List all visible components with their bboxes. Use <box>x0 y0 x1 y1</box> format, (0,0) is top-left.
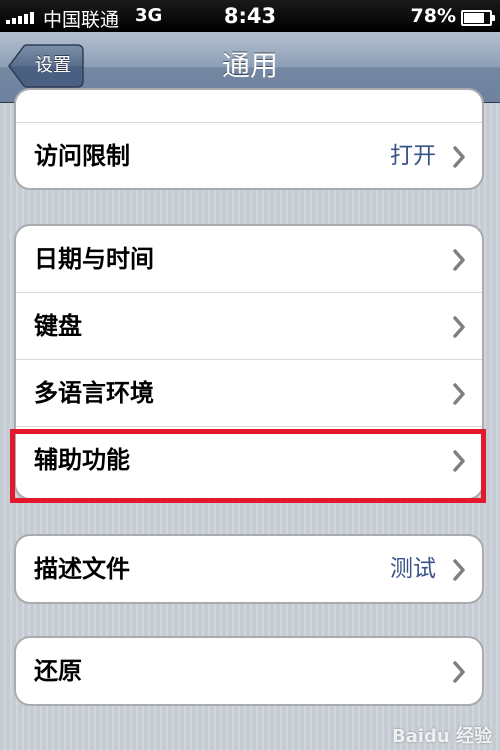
settings-group-reset: 还原 <box>14 636 484 706</box>
row-value: 测试 <box>390 556 436 582</box>
settings-group-general: 日期与时间 键盘 多语言环境 辅助功能 <box>14 224 484 500</box>
row-label: 描述文件 <box>34 555 130 583</box>
row-label: 键盘 <box>34 312 82 340</box>
settings-row-top-partial <box>16 90 482 123</box>
chevron-right-icon <box>453 383 465 405</box>
back-button[interactable]: 设置 <box>8 44 84 88</box>
row-label: 访问限制 <box>34 142 130 170</box>
settings-row-reset[interactable]: 还原 <box>16 638 482 704</box>
baidu-watermark: Baidu 经验 <box>391 726 492 747</box>
row-value: 打开 <box>390 143 436 169</box>
chevron-right-icon <box>453 661 465 683</box>
settings-row-international[interactable]: 多语言环境 <box>16 360 482 427</box>
chevron-right-icon <box>453 249 465 271</box>
settings-row-profile[interactable]: 描述文件 测试 <box>16 536 482 602</box>
battery-level-fill <box>464 13 484 23</box>
status-bar: 中国联通 3G 8:43 78% <box>0 0 500 32</box>
chevron-right-icon <box>453 450 465 472</box>
settings-row-date-time[interactable]: 日期与时间 <box>16 226 482 293</box>
row-label: 还原 <box>34 657 82 685</box>
battery-icon <box>461 10 495 26</box>
back-button-label: 设置 <box>35 55 71 76</box>
settings-row-keyboard[interactable]: 键盘 <box>16 293 482 360</box>
chevron-right-icon <box>453 559 465 581</box>
settings-group-profile: 描述文件 测试 <box>14 534 484 604</box>
settings-row-restrictions[interactable]: 访问限制 打开 <box>16 123 482 188</box>
row-label: 辅助功能 <box>34 446 130 474</box>
battery-percent: 78% <box>410 5 456 27</box>
settings-row-accessibility[interactable]: 辅助功能 <box>16 427 482 494</box>
settings-group-restrictions: 访问限制 打开 <box>14 88 484 190</box>
chevron-right-icon <box>453 146 465 168</box>
chevron-right-icon <box>453 316 465 338</box>
row-label: 日期与时间 <box>34 245 154 273</box>
row-label: 多语言环境 <box>34 379 154 407</box>
